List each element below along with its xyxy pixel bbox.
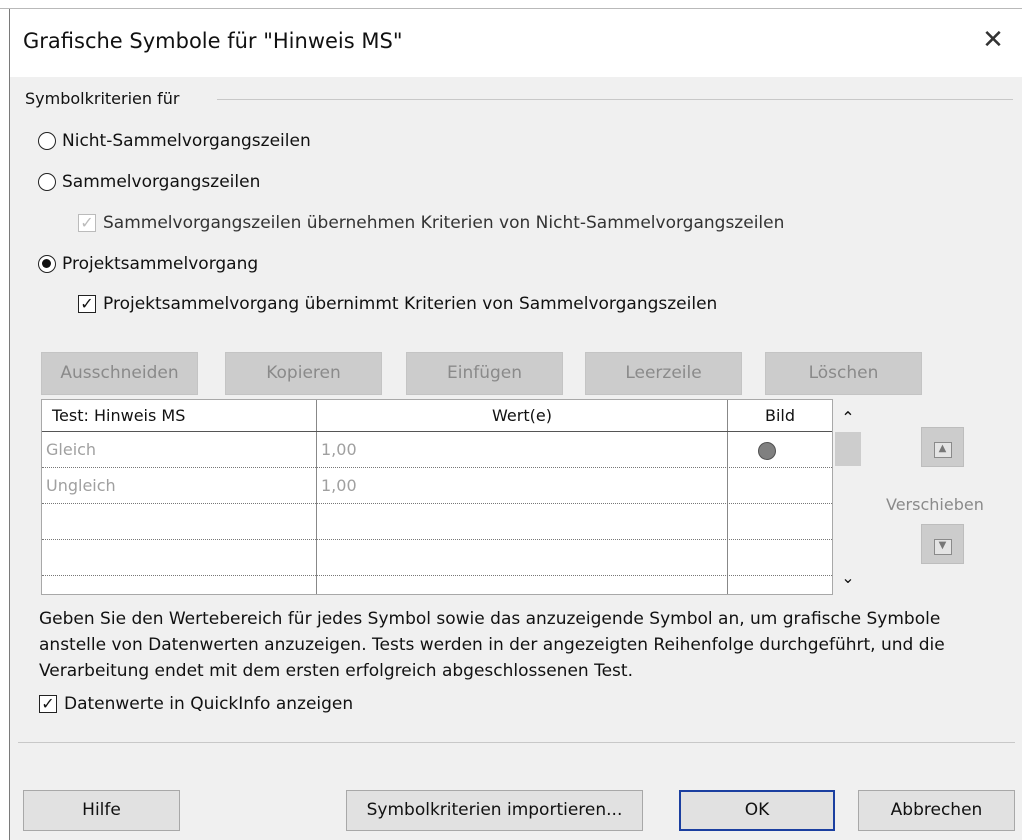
- delete-button[interactable]: Löschen: [765, 352, 922, 395]
- check-icon[interactable]: ✓: [39, 695, 57, 713]
- check-icon[interactable]: ✓: [78, 295, 96, 313]
- checkbox-summary-inherit: ✓ Sammelvorgangszeilen übernehmen Kriter…: [78, 213, 784, 233]
- checkbox-project-inherit[interactable]: ✓ Projektsammelvorgang übernimmt Kriteri…: [78, 294, 717, 314]
- graphical-indicators-dialog: Grafische Symbole für "Hinweis MS" ✕ Sym…: [9, 9, 1022, 840]
- table-row[interactable]: [42, 540, 832, 576]
- checkbox-label: Datenwerte in QuickInfo anzeigen: [64, 694, 354, 714]
- ok-button[interactable]: OK: [679, 790, 835, 831]
- check-icon: ✓: [78, 214, 96, 232]
- cell-value[interactable]: 1,00: [321, 468, 357, 504]
- scroll-thumb[interactable]: [835, 432, 861, 466]
- radio-label: Projektsammelvorgang: [62, 254, 259, 274]
- table-row[interactable]: Gleich 1,00: [42, 432, 832, 468]
- grid-scrollbar[interactable]: ⌃ ⌄: [834, 400, 862, 594]
- checkbox-show-values-tooltip[interactable]: ✓ Datenwerte in QuickInfo anzeigen: [39, 694, 353, 714]
- copy-button[interactable]: Kopieren: [225, 352, 382, 395]
- paste-button[interactable]: Einfügen: [406, 352, 563, 395]
- column-header-image[interactable]: Bild: [728, 400, 832, 432]
- move-up-button[interactable]: ▲: [921, 427, 964, 467]
- column-header-test[interactable]: Test: Hinweis MS: [52, 400, 185, 432]
- radio-non-summary-rows[interactable]: Nicht-Sammelvorgangszeilen: [38, 131, 311, 151]
- blank-row-button[interactable]: Leerzeile: [585, 352, 742, 395]
- table-row[interactable]: Ungleich 1,00: [42, 468, 832, 504]
- scroll-up-icon[interactable]: ⌃: [838, 408, 858, 428]
- cell-test[interactable]: Ungleich: [46, 468, 116, 504]
- move-down-button[interactable]: ▼: [921, 524, 964, 564]
- title-bar: Grafische Symbole für "Hinweis MS" ✕: [10, 9, 1022, 77]
- radio-project-summary[interactable]: Projektsammelvorgang: [38, 254, 258, 274]
- cell-test[interactable]: Gleich: [46, 432, 96, 468]
- table-row[interactable]: [42, 504, 832, 540]
- cell-value[interactable]: 1,00: [321, 432, 357, 468]
- gray-circle-icon[interactable]: [758, 442, 776, 460]
- radio-button-icon[interactable]: [38, 132, 56, 150]
- triangle-down-icon: ▼: [933, 539, 952, 555]
- criteria-grid[interactable]: Test: Hinweis MS Wert(e) Bild Gleich 1,0…: [41, 399, 833, 595]
- close-icon[interactable]: ✕: [978, 25, 1008, 55]
- import-criteria-button[interactable]: Symbolkriterien importieren...: [346, 790, 643, 831]
- criteria-group-label: Symbolkriterien für: [25, 89, 188, 108]
- description-text: Geben Sie den Wertebereich für jedes Sym…: [39, 609, 945, 681]
- radio-button-icon[interactable]: [38, 173, 56, 191]
- background-window-strip: [0, 0, 1022, 9]
- grid-header: Test: Hinweis MS Wert(e) Bild: [42, 400, 832, 432]
- dialog-title: Grafische Symbole für "Hinweis MS": [23, 29, 403, 53]
- move-label: Verschieben: [886, 495, 984, 514]
- checkbox-label: Projektsammelvorgang übernimmt Kriterien…: [103, 294, 718, 314]
- radio-label: Nicht-Sammelvorgangszeilen: [62, 131, 311, 151]
- group-divider: [217, 99, 1013, 100]
- cancel-button[interactable]: Abbrechen: [858, 790, 1015, 831]
- column-header-values[interactable]: Wert(e): [317, 400, 727, 432]
- radio-summary-rows[interactable]: Sammelvorgangszeilen: [38, 172, 260, 192]
- triangle-up-icon: ▲: [933, 442, 952, 458]
- footer-separator: [18, 742, 1015, 743]
- checkbox-label: Sammelvorgangszeilen übernehmen Kriterie…: [103, 213, 785, 233]
- radio-button-selected-icon[interactable]: [38, 255, 56, 273]
- radio-label: Sammelvorgangszeilen: [62, 172, 261, 192]
- scroll-down-icon[interactable]: ⌄: [838, 568, 858, 588]
- cut-button[interactable]: Ausschneiden: [41, 352, 198, 395]
- help-button[interactable]: Hilfe: [23, 790, 180, 831]
